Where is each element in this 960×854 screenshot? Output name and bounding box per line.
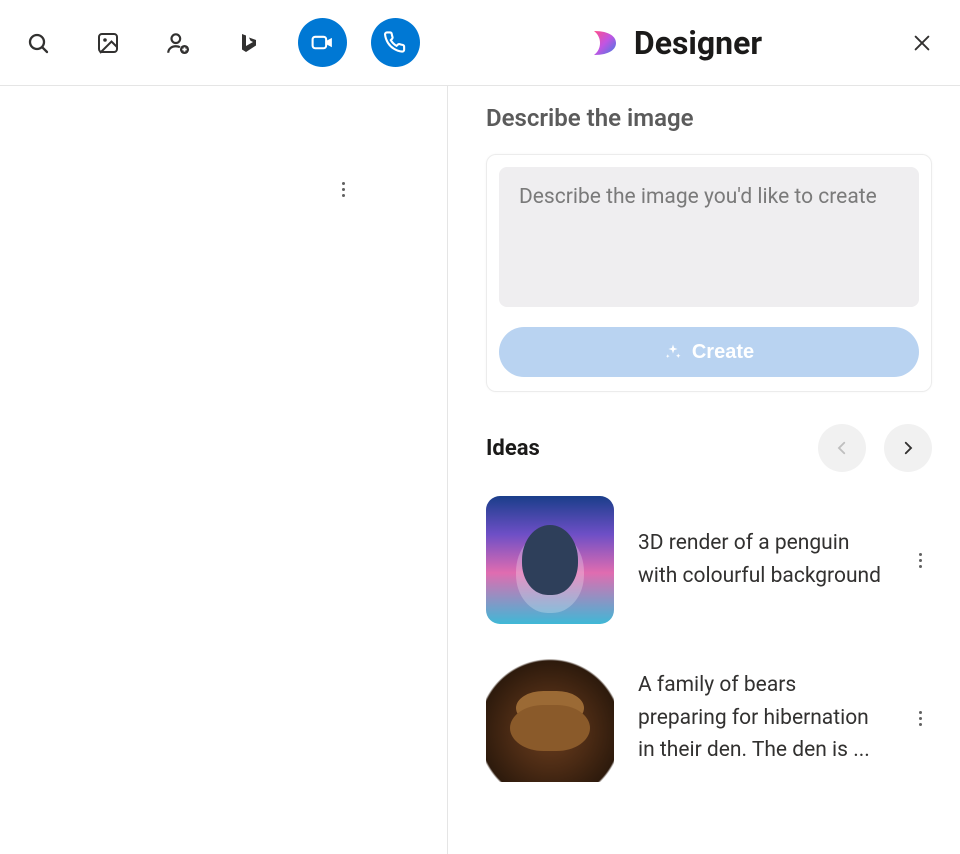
designer-logo-icon [588,27,620,59]
describe-heading: Describe the image [486,104,932,132]
audio-call-button[interactable] [371,18,420,67]
prompt-card: Create [486,154,932,392]
idea-text: A family of bears preparing for hibernat… [638,669,889,767]
idea-thumbnail [486,496,614,624]
designer-title: Designer [634,24,762,62]
idea-item[interactable]: A family of bears preparing for hibernat… [486,654,932,782]
create-button[interactable]: Create [499,327,919,377]
idea-text: 3D render of a penguin with colourful ba… [638,527,889,592]
video-call-button[interactable] [298,18,347,67]
create-label: Create [692,341,754,364]
gallery-icon[interactable] [88,23,128,63]
add-contact-icon[interactable] [158,23,198,63]
prompt-input[interactable] [499,167,919,307]
more-options-icon[interactable] [342,182,345,197]
ideas-next-button[interactable] [884,424,932,472]
search-icon[interactable] [18,23,58,63]
ideas-prev-button[interactable] [818,424,866,472]
close-button[interactable] [902,23,942,63]
idea-more-icon[interactable] [913,705,928,732]
sparkle-icon [664,343,682,361]
idea-item[interactable]: 3D render of a penguin with colourful ba… [486,496,932,624]
bing-icon[interactable] [228,23,268,63]
idea-thumbnail [486,654,614,782]
chat-pane [0,86,448,854]
idea-more-icon[interactable] [913,547,928,574]
ideas-heading: Ideas [486,436,540,461]
